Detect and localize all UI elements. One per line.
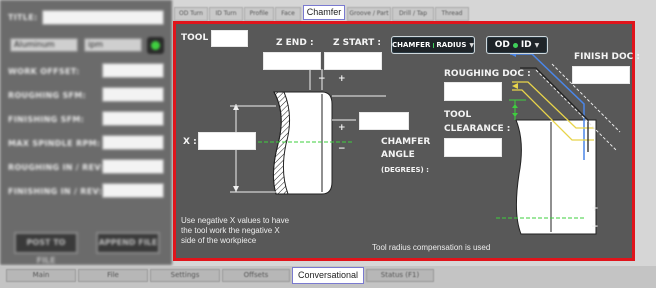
radius-compensation-note: Tool radius compensation is used [372, 243, 491, 252]
toggle-od-label: OD [494, 40, 510, 50]
material-select[interactable]: Aluminum [10, 38, 78, 52]
post-to-file-button[interactable]: POST TO FILE [14, 232, 78, 265]
finishing-in-rev-input[interactable] [102, 183, 164, 198]
tab-id-turn[interactable]: ID Turn [209, 7, 243, 21]
workpiece-drawing [272, 91, 333, 195]
z-end-label: Z END : [276, 38, 314, 48]
roughing-sfm-label: ROUGHING SFM: [8, 91, 87, 100]
finish-doc-label: FINISH DOC : [574, 52, 640, 62]
operation-tab-bar: OD Turn ID Turn Profile Face Groove / Pa… [172, 7, 648, 21]
chamfer-angle-label-2: ANGLE [381, 150, 415, 160]
status-led-icon [147, 37, 164, 54]
roughing-sfm-input[interactable] [102, 87, 164, 102]
toggle-id-label: ID [520, 40, 532, 50]
title-input[interactable] [42, 10, 164, 25]
append-file-button[interactable]: APPEND FILE [96, 232, 160, 254]
z-plus-sign: + [338, 74, 346, 84]
tool-clearance-input[interactable] [444, 138, 502, 157]
tool-clearance-label-2: CLEARANCE : [444, 124, 511, 134]
tool-label: TOOL : [181, 33, 215, 43]
tab-settings[interactable]: Settings [150, 269, 220, 282]
chevron-down-icon: ▼ [534, 41, 540, 49]
tab-face[interactable]: Face [275, 7, 301, 21]
toggle-chamfer-label: CHAMFER [392, 41, 431, 49]
z-start-input[interactable] [324, 52, 382, 70]
toggle-led-icon [512, 42, 518, 48]
max-spindle-rpm-label: MAX SPINDLE RPM: [8, 139, 101, 148]
chamfer-radius-toggle[interactable]: CHAMFER RADIUS ▼ [391, 36, 475, 54]
x-plus-sign: + [338, 123, 346, 133]
roughing-in-rev-label: ROUGHING IN / REV: [8, 163, 104, 172]
tab-od-turn[interactable]: OD Turn [174, 7, 208, 21]
title-label: TITLE: [8, 13, 38, 22]
finish-doc-input[interactable] [572, 66, 630, 84]
od-id-toggle[interactable]: OD ID ▼ [486, 36, 548, 54]
tab-file[interactable]: File [78, 269, 148, 282]
tab-groove-part[interactable]: Groove / Part [347, 7, 391, 21]
z-end-input[interactable] [263, 52, 321, 70]
tab-drill-tap[interactable]: Drill / Tap [392, 7, 434, 21]
finishing-sfm-label: FINISHING SFM: [8, 115, 85, 124]
negative-x-note: Use negative X values to have the tool w… [181, 216, 290, 245]
max-spindle-rpm-input[interactable] [102, 135, 164, 150]
z-start-label: Z START : [333, 38, 381, 48]
z-minus-sign: − [318, 74, 326, 84]
tab-offsets[interactable]: Offsets [222, 269, 290, 282]
x-label: X : [183, 137, 197, 147]
x-minus-sign: − [338, 144, 346, 154]
toggle-radius-label: RADIUS [436, 41, 467, 49]
units-select[interactable]: ipm [84, 38, 142, 52]
chamfer-angle-units: (DEGREES) : [381, 166, 429, 174]
tab-conversational[interactable]: Conversational [292, 267, 364, 284]
finishing-in-rev-label: FINISHING IN / REV: [8, 187, 103, 196]
tool-input[interactable] [211, 30, 248, 47]
tool-clearance-label-1: TOOL [444, 110, 472, 120]
chevron-down-icon: ▼ [469, 41, 474, 49]
tool-plus-sign: + [591, 204, 599, 214]
tab-profile[interactable]: Profile [244, 7, 274, 21]
roughing-in-rev-input[interactable] [102, 159, 164, 174]
chamfer-panel: TOOL : Z END : Z START : − + X : + − CHA… [173, 21, 640, 261]
roughing-doc-input[interactable] [444, 82, 502, 101]
finishing-sfm-input[interactable] [102, 111, 164, 126]
tab-thread[interactable]: Thread [435, 7, 469, 21]
tab-main[interactable]: Main [6, 269, 76, 282]
chamfer-angle-input[interactable] [359, 112, 409, 130]
tool-minus-sign: − [591, 222, 599, 232]
roughing-doc-label: ROUGHING DOC : [444, 69, 531, 79]
work-offset-input[interactable] [102, 63, 164, 78]
conversational-left-panel: TITLE: Aluminum ipm WORK OFFSET: ROUGHIN… [0, 0, 172, 265]
tab-status[interactable]: Status (F1) [366, 269, 434, 282]
x-input[interactable] [198, 132, 256, 150]
tab-chamfer[interactable]: Chamfer [303, 5, 345, 20]
chamfer-angle-label-1: CHAMFER [381, 137, 431, 147]
work-offset-label: WORK OFFSET: [8, 67, 80, 76]
